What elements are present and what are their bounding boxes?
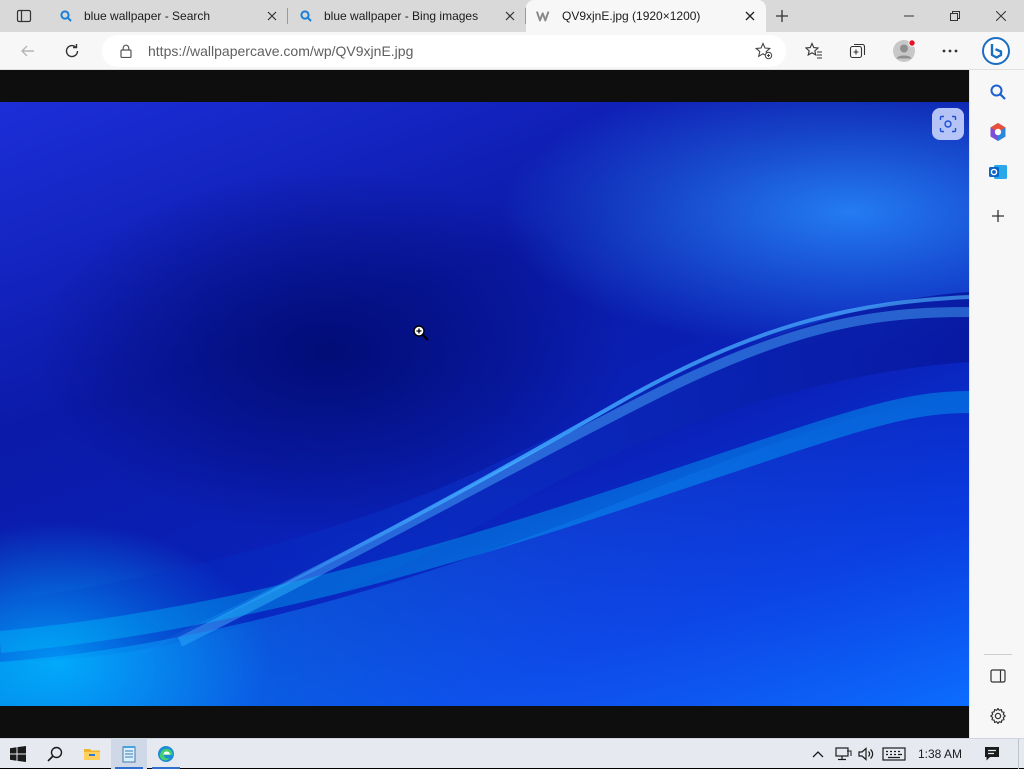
office-icon <box>990 123 1006 141</box>
sidebar-office-button[interactable] <box>982 116 1014 148</box>
taskbar-notepad[interactable] <box>111 739 147 769</box>
outlook-icon <box>989 165 1007 179</box>
chevron-up-icon <box>812 751 824 758</box>
windows-taskbar: 1:38 AM <box>0 738 1024 769</box>
folder-icon <box>84 749 100 760</box>
close-tab-icon[interactable] <box>260 4 284 28</box>
favorites-icon <box>805 42 822 59</box>
page-content <box>0 70 969 738</box>
taskbar-file-explorer[interactable] <box>74 739 110 769</box>
tab-title: blue wallpaper - Search <box>84 9 211 23</box>
back-button[interactable] <box>12 35 44 67</box>
show-hidden-icons-button[interactable] <box>808 739 828 769</box>
collections-button[interactable] <box>842 35 874 67</box>
touch-keyboard-button[interactable] <box>880 739 908 769</box>
action-center-button[interactable] <box>980 739 1004 769</box>
new-tab-button[interactable] <box>768 4 796 28</box>
volume-button[interactable] <box>856 739 878 769</box>
tab-blue-wallpaper-search[interactable]: blue wallpaper - Search <box>48 0 288 32</box>
sidebar-settings-button[interactable] <box>982 700 1014 732</box>
close-tab-icon[interactable] <box>498 4 522 28</box>
sidebar-outlook-button[interactable] <box>982 156 1014 188</box>
wallpapercave-icon <box>536 8 552 24</box>
refresh-button[interactable] <box>56 35 88 67</box>
ellipsis-icon <box>942 49 958 53</box>
restore-icon <box>950 11 960 21</box>
tab-actions-button[interactable] <box>8 4 40 28</box>
sidebar-panel-icon <box>990 669 1006 683</box>
start-button[interactable] <box>0 739 36 769</box>
hide-sidebar-button[interactable] <box>982 660 1014 692</box>
sidebar-search-button[interactable] <box>982 76 1014 108</box>
close-window-button[interactable] <box>978 0 1024 32</box>
taskbar-search-button[interactable] <box>37 739 73 769</box>
system-clock[interactable]: 1:38 AM <box>912 739 968 769</box>
collections-icon <box>849 43 866 59</box>
bing-chat-icon <box>982 37 1010 65</box>
search-icon <box>47 746 63 762</box>
address-bar[interactable]: https://wallpapercave.com/wp/QV9xjnE.jpg <box>102 35 786 67</box>
show-desktop-button[interactable] <box>1018 739 1024 769</box>
tab-title: QV9xjnE.jpg (1920×1200) <box>562 9 701 23</box>
add-favorite-button[interactable] <box>750 37 778 65</box>
tab-actions-icon <box>16 9 32 23</box>
refresh-icon <box>65 44 79 58</box>
visual-search-icon <box>939 115 957 133</box>
keyboard-icon <box>882 747 906 761</box>
sidebar-divider <box>984 654 1012 655</box>
visual-search-button[interactable] <box>932 108 964 140</box>
network-icon <box>835 747 852 761</box>
sidebar-add-button[interactable] <box>982 200 1014 232</box>
windows-logo-icon <box>10 746 26 762</box>
browser-toolbar: https://wallpapercave.com/wp/QV9xjnE.jpg <box>0 32 1024 70</box>
plus-icon <box>776 10 788 22</box>
tab-qv9xjne-jpg[interactable]: QV9xjnE.jpg (1920×1200) <box>526 0 766 32</box>
bing-copilot-button[interactable] <box>980 35 1012 67</box>
back-arrow-icon <box>21 45 34 57</box>
edge-sidebar <box>969 70 1024 738</box>
network-button[interactable] <box>832 739 854 769</box>
search-icon <box>990 84 1006 100</box>
taskbar-microsoft-edge[interactable] <box>148 739 184 769</box>
bing-search-icon <box>58 8 74 24</box>
wallpaper-image[interactable] <box>0 102 969 706</box>
settings-and-more-button[interactable] <box>934 35 966 67</box>
plus-icon <box>992 210 1004 222</box>
avatar-icon <box>893 39 916 62</box>
lock-icon[interactable] <box>118 43 134 59</box>
zoom-in-cursor-icon <box>412 324 430 342</box>
tab-blue-wallpaper-bing-images[interactable]: blue wallpaper - Bing images <box>288 0 526 32</box>
tab-strip: blue wallpaper - Search blue wallpaper -… <box>0 0 1024 32</box>
url-text[interactable]: https://wallpapercave.com/wp/QV9xjnE.jpg <box>148 43 750 59</box>
favorites-button[interactable] <box>798 35 830 67</box>
bing-search-icon <box>298 8 314 24</box>
notification-icon <box>985 747 999 761</box>
gear-icon <box>990 707 1006 725</box>
notepad-icon <box>122 746 136 763</box>
close-tab-icon[interactable] <box>738 4 762 28</box>
close-icon <box>996 11 1006 21</box>
profile-button[interactable] <box>888 35 920 67</box>
tab-title: blue wallpaper - Bing images <box>324 9 479 23</box>
wave-graphic <box>0 292 969 706</box>
restore-button[interactable] <box>932 0 978 32</box>
speaker-icon <box>858 747 874 761</box>
minimize-button[interactable] <box>886 0 932 32</box>
minimize-icon <box>904 15 914 17</box>
star-add-icon <box>755 42 773 60</box>
edge-icon <box>158 746 174 762</box>
